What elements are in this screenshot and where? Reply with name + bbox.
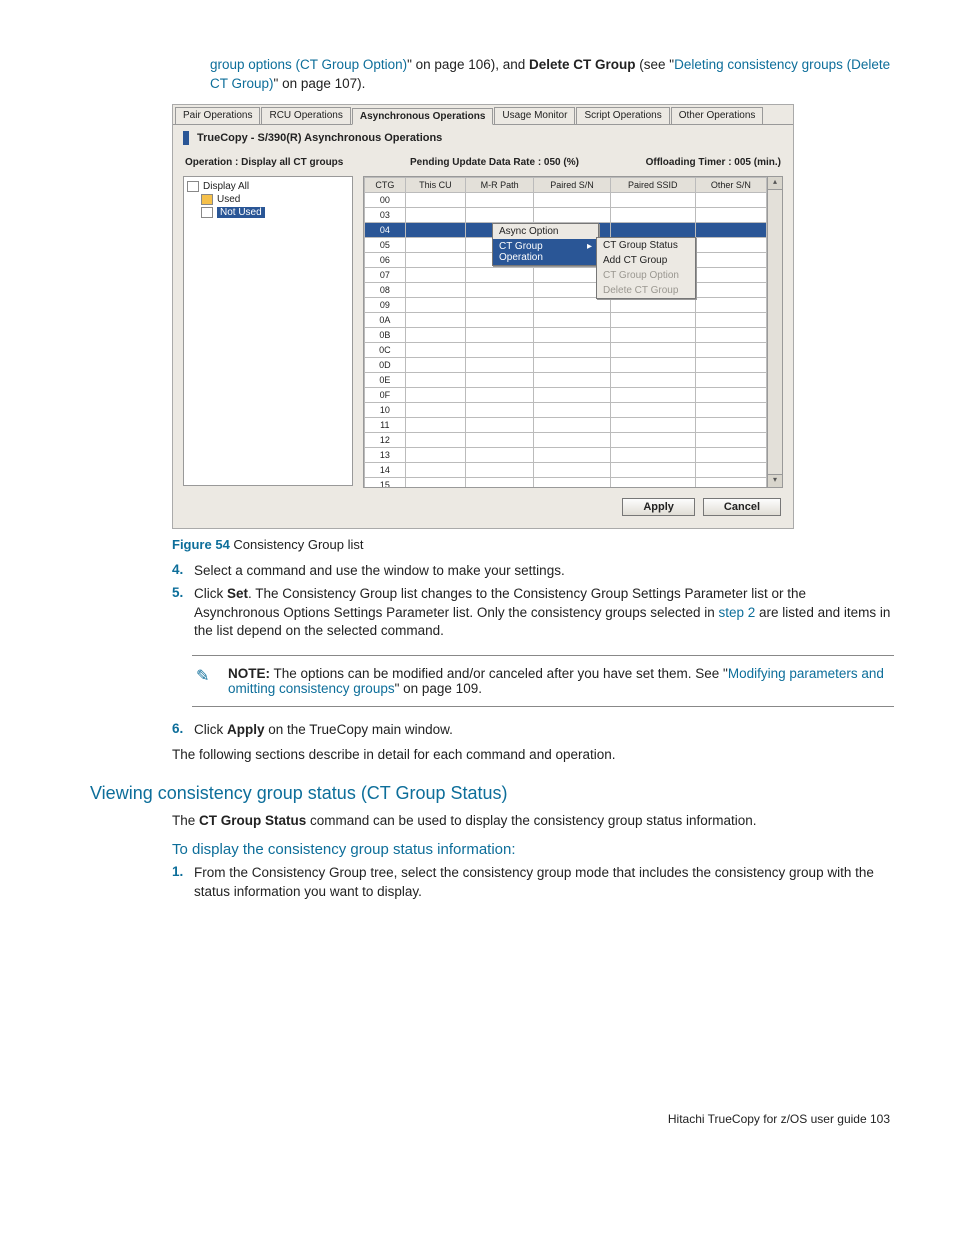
context-menu[interactable]: Async Option CT Group Operation▸ (492, 223, 599, 266)
subsection-heading: To display the consistency group status … (172, 841, 894, 858)
scroll-up-icon[interactable]: ▴ (768, 177, 782, 190)
section-intro: The CT Group Status command can be used … (172, 812, 894, 831)
tab-bar: Pair Operations RCU Operations Asynchron… (173, 105, 793, 125)
panel-title: TrueCopy - S/390(R) Asynchronous Operati… (173, 125, 793, 151)
link-step2[interactable]: step 2 (719, 605, 756, 620)
tab-usage-monitor[interactable]: Usage Monitor (494, 107, 575, 124)
col-pairedssid: Paired SSID (610, 177, 695, 192)
figure-caption: Figure 54 Consistency Group list (172, 537, 894, 552)
col-ctg: CTG (365, 177, 406, 192)
substep-1: 1. From the Consistency Group tree, sele… (172, 864, 894, 902)
submenu-ctgroup-option: CT Group Option (597, 268, 695, 283)
intro-paragraph: group options (CT Group Option)" on page… (210, 56, 894, 94)
tab-rcu-operations[interactable]: RCU Operations (261, 107, 350, 124)
ctgroup-grid[interactable]: CTG This CU M-R Path Paired S/N Paired S… (363, 176, 768, 488)
folder-icon (187, 181, 199, 192)
step-4: 4. Select a command and use the window t… (172, 562, 894, 581)
submenu-delete-ctgroup: Delete CT Group (597, 283, 695, 298)
step-5: 5. Click Set. The Consistency Group list… (172, 585, 894, 642)
section-heading: Viewing consistency group status (CT Gro… (90, 783, 894, 804)
folder-notused-icon (201, 207, 213, 218)
folder-used-icon (201, 194, 213, 205)
grid-scrollbar[interactable]: ▴ ▾ (768, 176, 783, 488)
cancel-button[interactable]: Cancel (703, 498, 781, 516)
col-othersn: Other S/N (695, 177, 766, 192)
note-icon: ✎ (196, 666, 218, 696)
link-ctgroup-option[interactable]: group options (CT Group Option) (210, 57, 407, 72)
tab-pair-operations[interactable]: Pair Operations (175, 107, 260, 124)
trailing-paragraph: The following sections describe in detai… (172, 746, 894, 765)
chevron-right-icon: ▸ (587, 241, 592, 263)
col-pairedsn: Paired S/N (534, 177, 610, 192)
submenu-ctgroup-status[interactable]: CT Group Status (597, 238, 695, 253)
menu-ctgroup-operation[interactable]: CT Group Operation▸ (493, 239, 598, 265)
tab-async-operations[interactable]: Asynchronous Operations (352, 108, 494, 125)
page-footer: Hitachi TrueCopy for z/OS user guide 103 (90, 1112, 894, 1126)
menu-async-option[interactable]: Async Option (493, 224, 598, 239)
col-thiscu: This CU (405, 177, 465, 192)
context-submenu[interactable]: CT Group Status Add CT Group CT Group Op… (596, 237, 696, 299)
col-mrpath: M-R Path (466, 177, 534, 192)
tab-script-operations[interactable]: Script Operations (576, 107, 669, 124)
consistency-group-tree[interactable]: Display All Used Not Used (183, 176, 353, 486)
screenshot-consistency-group: Pair Operations RCU Operations Asynchron… (172, 104, 794, 529)
operation-row: Operation : Display all CT groups Pendin… (183, 153, 783, 176)
step-6: 6. Click Apply on the TrueCopy main wind… (172, 721, 894, 740)
submenu-add-ctgroup[interactable]: Add CT Group (597, 253, 695, 268)
note-box: ✎ NOTE: The options can be modified and/… (192, 655, 894, 707)
apply-button[interactable]: Apply (622, 498, 695, 516)
tab-other-operations[interactable]: Other Operations (671, 107, 764, 124)
scroll-down-icon[interactable]: ▾ (768, 474, 782, 487)
title-bar-icon (183, 131, 189, 145)
